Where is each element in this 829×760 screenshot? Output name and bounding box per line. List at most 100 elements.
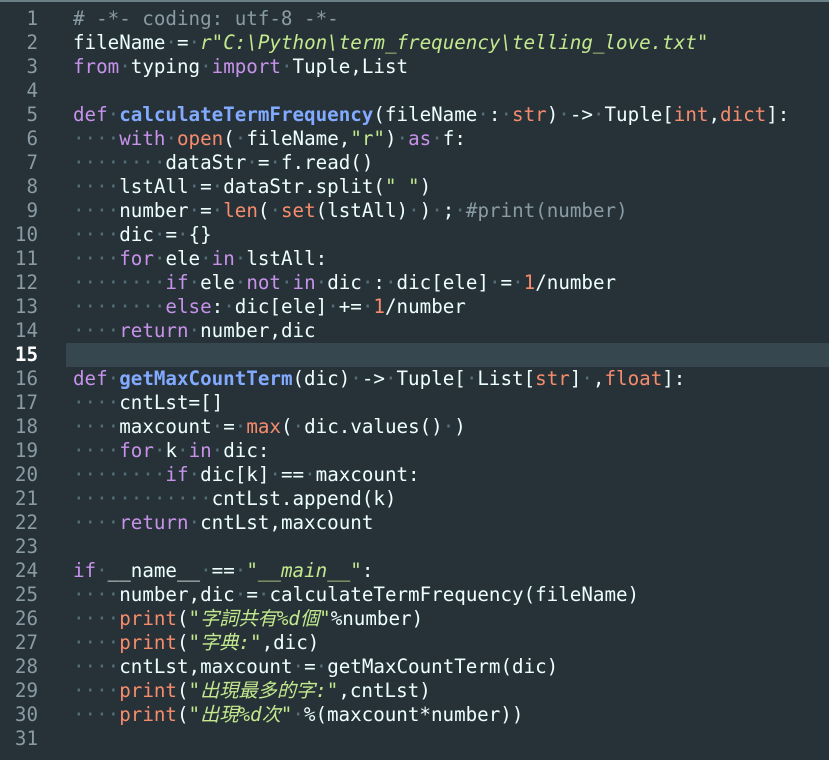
code-token: ]:: [662, 367, 686, 390]
code-area[interactable]: # -*- coding: utf-8 -*- fileName·=·r"C:\P…: [66, 7, 829, 751]
code-token: dic: [327, 271, 362, 294]
code-token: calculateTermFrequency(fileName): [269, 583, 640, 606]
code-line[interactable]: def·getMaxCountTerm(dic)·->·Tuple[·List[…: [66, 367, 829, 391]
whitespace-marker: ····: [73, 391, 120, 414]
code-line[interactable]: ····for·k·in·dic:: [66, 439, 829, 463]
code-line[interactable]: # -*- coding: utf-8 -*-: [66, 7, 829, 31]
whitespace-marker: ············: [73, 487, 212, 510]
code-token: ==: [211, 559, 235, 582]
whitespace-marker: ·: [234, 559, 247, 582]
whitespace-marker: ·: [188, 31, 201, 54]
line-number: 17: [14, 391, 38, 414]
code-line[interactable]: [66, 727, 829, 751]
whitespace-marker: ·: [153, 247, 166, 270]
whitespace-marker: ·: [165, 127, 177, 150]
whitespace-marker: ·: [211, 175, 224, 198]
code-line[interactable]: [66, 535, 829, 559]
code-token: "r": [350, 127, 385, 150]
code-line[interactable]: ····maxcount·=·max(·dic.values()·): [66, 415, 829, 439]
code-token: str: [512, 103, 547, 126]
code-line[interactable]: ····for·ele·in·lstAll:: [66, 247, 829, 271]
whitespace-marker: ·: [153, 439, 166, 462]
code-token: from: [73, 55, 120, 78]
code-line[interactable]: ····dic·=·{}: [66, 223, 829, 247]
code-line[interactable]: ····print("出現最多的字:",cntLst): [66, 679, 829, 703]
whitespace-marker: ·: [107, 103, 120, 126]
code-token: ,: [592, 367, 605, 390]
editor-top-border: [0, 0, 829, 2]
code-line[interactable]: ····cntLst,maxcount·=·getMaxCountTerm(di…: [66, 655, 829, 679]
line-number-gutter[interactable]: 1 2 3 4 5 6 7 8 9 10 11 12 13 14 15 16 17 18 19 20 21 22 23 24 2…: [0, 7, 66, 751]
whitespace-marker: ····: [73, 247, 120, 270]
whitespace-marker: ·: [177, 223, 189, 246]
code-line[interactable]: [66, 79, 829, 103]
whitespace-marker: ·: [177, 439, 189, 462]
code-token: not: [246, 271, 281, 294]
code-token: getMaxCountTerm(dic): [327, 655, 559, 678]
whitespace-marker: ·: [119, 55, 131, 78]
code-editor[interactable]: 1 2 3 4 5 6 7 8 9 10 11 12 13 14 15 16 17 18 19 20 21 22 23 24 2…: [0, 0, 829, 760]
code-token: #print(number): [465, 199, 628, 222]
code-token: (: [176, 703, 189, 726]
code-token: def: [73, 103, 108, 126]
code-line[interactable]: [66, 343, 829, 367]
code-line[interactable]: ········if·ele·not·in·dic·:·dic[ele]·=·1…: [66, 271, 829, 295]
line-number: 16: [14, 367, 38, 390]
code-token: dataStr.split(: [223, 175, 385, 198]
code-line[interactable]: ····print("字典:",dic): [66, 631, 829, 655]
code-token: getMaxCountTerm: [119, 367, 293, 390]
code-line[interactable]: if·__name__·==·"__main__":: [66, 559, 829, 583]
code-token: Tuple[: [604, 103, 674, 126]
code-token: float: [604, 367, 663, 390]
code-line[interactable]: fileName·=·r"C:\Python\term_frequency\te…: [66, 31, 829, 55]
whitespace-marker: ·: [165, 31, 177, 54]
whitespace-marker: ·: [304, 463, 316, 486]
code-token: print: [119, 631, 177, 654]
code-line[interactable]: ············cntLst.append(k): [66, 487, 829, 511]
code-line[interactable]: ····lstAll·=·dataStr.split(" "): [66, 175, 829, 199]
whitespace-marker: ·: [431, 199, 443, 222]
whitespace-marker: ····: [73, 199, 120, 222]
code-token: (: [176, 607, 189, 630]
whitespace-marker: ····: [73, 703, 120, 726]
code-token: =: [304, 655, 316, 678]
line-number: 8: [26, 175, 38, 198]
code-token: number: [119, 199, 189, 222]
code-token: calculateTermFrequency: [119, 103, 374, 126]
whitespace-marker: ·: [234, 247, 247, 270]
code-token: for: [119, 247, 154, 270]
whitespace-marker: ····: [73, 655, 120, 678]
whitespace-marker: ·: [234, 271, 247, 294]
line-number: 4: [26, 79, 38, 102]
code-token: dic[k]: [200, 463, 270, 486]
whitespace-marker: ·: [153, 223, 166, 246]
whitespace-marker: ·: [442, 415, 455, 438]
code-token: dic: [119, 223, 154, 246]
line-number: 5: [26, 103, 38, 126]
code-line[interactable]: ····number,dic·=·calculateTermFrequency(…: [66, 583, 829, 607]
code-line[interactable]: ····return·cntLst,maxcount: [66, 511, 829, 535]
code-token: lstAll: [119, 175, 189, 198]
whitespace-marker: ·: [246, 151, 258, 174]
code-line[interactable]: ····return·number,dic: [66, 319, 829, 343]
line-number: 12: [14, 271, 38, 294]
whitespace-marker: ····: [73, 631, 120, 654]
whitespace-marker: ·: [200, 559, 212, 582]
line-number: 19: [14, 439, 38, 462]
code-line[interactable]: def·calculateTermFrequency(fileName·:·st…: [66, 103, 829, 127]
code-line[interactable]: ········else:·dic[ele]·+=·1/number: [66, 295, 829, 319]
code-line[interactable]: from·typing·import·Tuple,List: [66, 55, 829, 79]
code-line[interactable]: ····print("字詞共有%d個"%number): [66, 607, 829, 631]
code-token: :: [373, 271, 385, 294]
code-line[interactable]: ····with·open(·fileName,"r")·as·f:: [66, 127, 829, 151]
code-line[interactable]: ········dataStr·=·f.read(): [66, 151, 829, 175]
code-token: dic.values(): [304, 415, 443, 438]
code-line[interactable]: ····number·=·len(·set(lstAll)·)·;·#print…: [66, 199, 829, 223]
line-number: 3: [26, 55, 38, 78]
code-line[interactable]: ········if·dic[k]·==·maxcount:: [66, 463, 829, 487]
whitespace-marker: ·: [200, 247, 212, 270]
whitespace-marker: ····: [73, 319, 120, 342]
code-token: :: [211, 295, 224, 318]
code-line[interactable]: ····cntLst=[]: [66, 391, 829, 415]
code-line[interactable]: ····print("出現%d次"·%(maxcount*number)): [66, 703, 829, 727]
